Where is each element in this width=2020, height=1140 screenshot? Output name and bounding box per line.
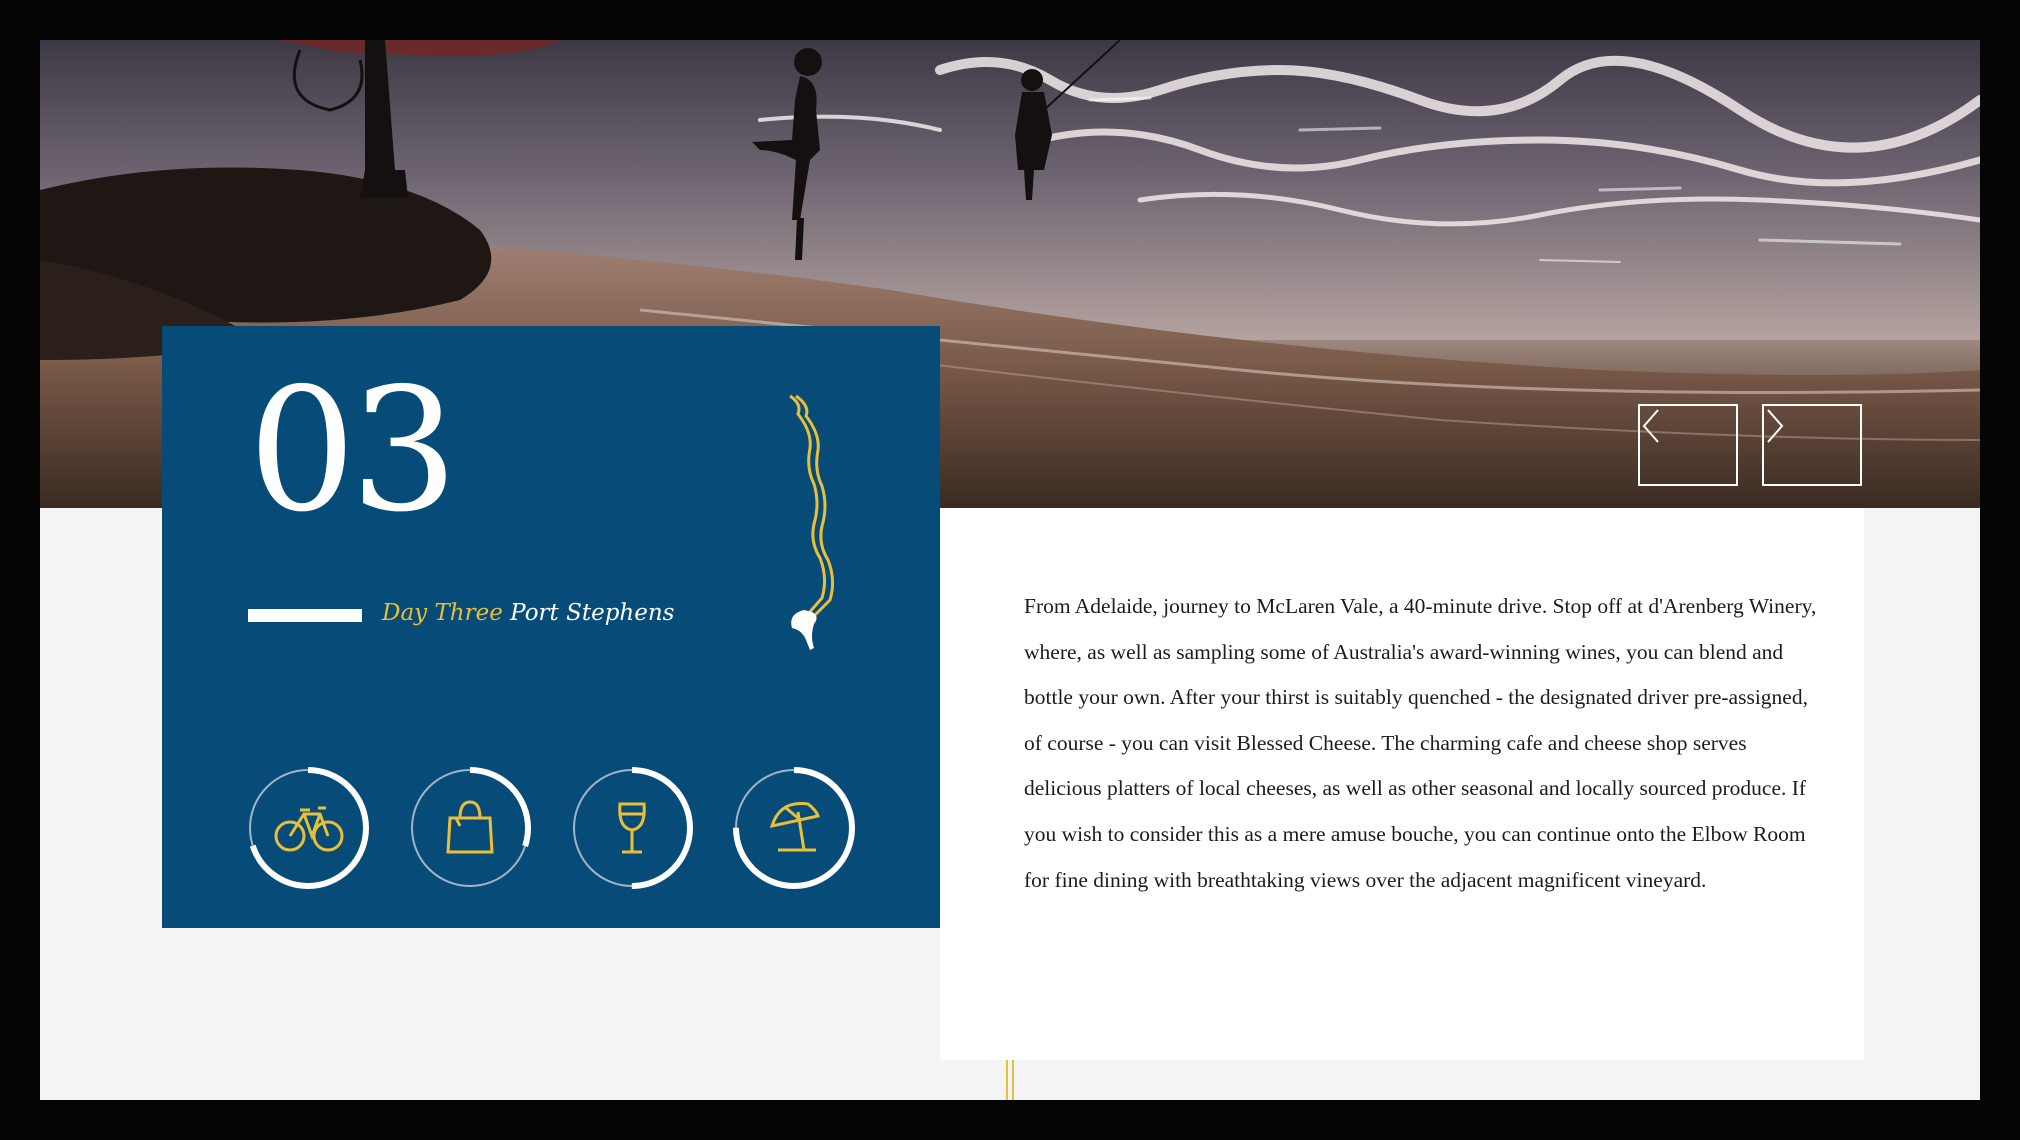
wine-glass-icon	[618, 802, 646, 854]
day-label: Day Three	[382, 600, 503, 626]
beach-umbrella-icon	[769, 801, 820, 852]
bicycle-icon	[274, 806, 344, 852]
day-description: From Adelaide, journey to McLaren Vale, …	[1024, 594, 1817, 892]
chevron-left-icon	[1642, 409, 1659, 443]
day-number: 03	[248, 352, 458, 550]
activity-beach[interactable]	[732, 766, 856, 890]
day-title: Day Three Port Stephens	[382, 600, 674, 626]
title-divider	[248, 609, 362, 622]
shopping-bag-icon	[446, 800, 494, 854]
day-card: 03 Day Three Port Stephens	[162, 326, 940, 928]
place-name: Port Stephens	[510, 600, 675, 626]
gallery-next-button[interactable]	[1762, 404, 1862, 486]
page-viewport: 03 Day Three Port Stephens From Adelaide…	[40, 40, 1980, 1100]
activity-wine[interactable]	[570, 766, 694, 890]
coastline-route-map-icon	[789, 394, 835, 650]
timeline-connector	[1006, 1060, 1014, 1100]
description-panel: From Adelaide, journey to McLaren Vale, …	[940, 508, 1864, 1060]
activity-shopping[interactable]	[408, 766, 532, 890]
gallery-prev-button[interactable]	[1638, 404, 1738, 486]
chevron-right-icon	[1767, 409, 1784, 443]
screen: 03 Day Three Port Stephens From Adelaide…	[0, 0, 2020, 1140]
activity-cycling[interactable]	[246, 766, 370, 890]
